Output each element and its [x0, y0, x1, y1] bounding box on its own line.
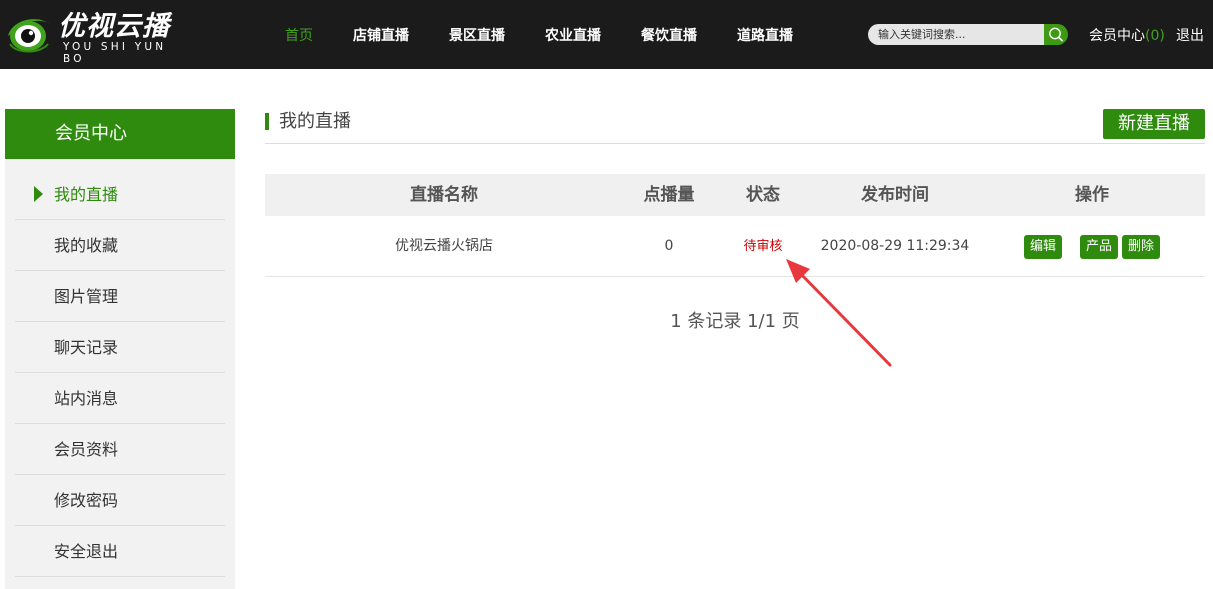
page-title: 我的直播	[279, 111, 351, 132]
col-header-ops: 操作	[1075, 185, 1109, 205]
sidebar-item-messages[interactable]: 站内消息	[15, 373, 225, 424]
col-header-time: 发布时间	[861, 185, 929, 205]
pagination-summary: 1 条记录 1/1 页	[670, 311, 800, 332]
sidebar-item-images[interactable]: 图片管理	[15, 271, 225, 322]
sidebar-title: 会员中心	[5, 109, 235, 159]
sidebar-item-label: 我的直播	[54, 185, 119, 204]
sidebar-menu: 我的直播 我的收藏 图片管理 聊天记录 站内消息 会员资料 修改密码 安全退出	[15, 169, 225, 577]
sidebar-item-label: 安全退出	[54, 542, 119, 561]
sidebar-item-label: 修改密码	[54, 491, 119, 510]
new-live-button[interactable]: 新建直播	[1103, 109, 1205, 139]
search-button[interactable]	[1044, 24, 1068, 45]
col-header-status: 状态	[746, 185, 780, 205]
title-marker	[265, 113, 269, 130]
table-row: 优视云播火锅店 0 待审核 2020-08-29 11:29:34 编辑 产品 …	[265, 216, 1205, 277]
member-count-close: )	[1159, 28, 1165, 44]
sidebar-item-label: 聊天记录	[54, 338, 119, 357]
table-header: 直播名称 点播量 状态 发布时间 操作	[265, 174, 1205, 216]
row-views: 0	[664, 238, 674, 254]
sidebar-item-label: 图片管理	[54, 287, 119, 306]
annotation-arrow-icon	[786, 259, 892, 367]
search-input[interactable]	[868, 24, 1046, 45]
delete-button[interactable]: 删除	[1122, 235, 1160, 259]
eye-logo-icon	[8, 19, 50, 53]
nav-road-live[interactable]: 道路直播	[737, 25, 793, 45]
sidebar-item-label: 会员资料	[54, 440, 119, 459]
nav-scenic-live[interactable]: 景区直播	[449, 25, 505, 45]
member-center-label: 会员中心	[1089, 28, 1145, 44]
member-sidebar: 会员中心 我的直播 我的收藏 图片管理 聊天记录 站内消息 会员资料 修改密码 …	[5, 109, 235, 589]
top-header: 优视云播 YOU SHI YUN BO 首页 店铺直播 景区直播 农业直播 餐饮…	[0, 0, 1213, 69]
section-title-bar: 我的直播 新建直播	[265, 109, 1205, 144]
sidebar-item-label: 我的收藏	[54, 236, 119, 255]
sidebar-item-my-live[interactable]: 我的直播	[15, 169, 225, 220]
search-box	[868, 24, 1068, 45]
nav-home[interactable]: 首页	[285, 25, 313, 45]
logout-link[interactable]: 退出	[1176, 25, 1204, 45]
main-nav: 首页 店铺直播 景区直播 农业直播 餐饮直播 道路直播	[266, 0, 793, 69]
col-header-name: 直播名称	[410, 185, 478, 205]
caret-right-icon	[34, 186, 43, 202]
sidebar-item-label: 站内消息	[54, 389, 119, 408]
edit-button[interactable]: 编辑	[1024, 235, 1062, 259]
sidebar-item-favorites[interactable]: 我的收藏	[15, 220, 225, 271]
live-table: 直播名称 点播量 状态 发布时间 操作 优视云播火锅店 0 待审核 2020-0…	[265, 174, 1205, 277]
sidebar-item-change-password[interactable]: 修改密码	[15, 475, 225, 526]
nav-store-live[interactable]: 店铺直播	[353, 25, 409, 45]
member-center-link[interactable]: 会员中心(0)	[1089, 25, 1165, 45]
row-live-name: 优视云播火锅店	[395, 238, 493, 254]
site-logo[interactable]: 优视云播 YOU SHI YUN BO	[6, 11, 186, 65]
logo-text-cn: 优视云播	[58, 11, 170, 42]
sidebar-item-safe-logout[interactable]: 安全退出	[15, 526, 225, 577]
search-icon	[1049, 27, 1064, 42]
nav-agri-live[interactable]: 农业直播	[545, 25, 601, 45]
col-header-views: 点播量	[643, 185, 695, 205]
sidebar-item-profile[interactable]: 会员资料	[15, 424, 225, 475]
sidebar-item-chat-history[interactable]: 聊天记录	[15, 322, 225, 373]
product-button[interactable]: 产品	[1080, 235, 1118, 259]
logo-text-en: YOU SHI YUN BO	[63, 41, 167, 65]
nav-food-live[interactable]: 餐饮直播	[641, 25, 697, 45]
